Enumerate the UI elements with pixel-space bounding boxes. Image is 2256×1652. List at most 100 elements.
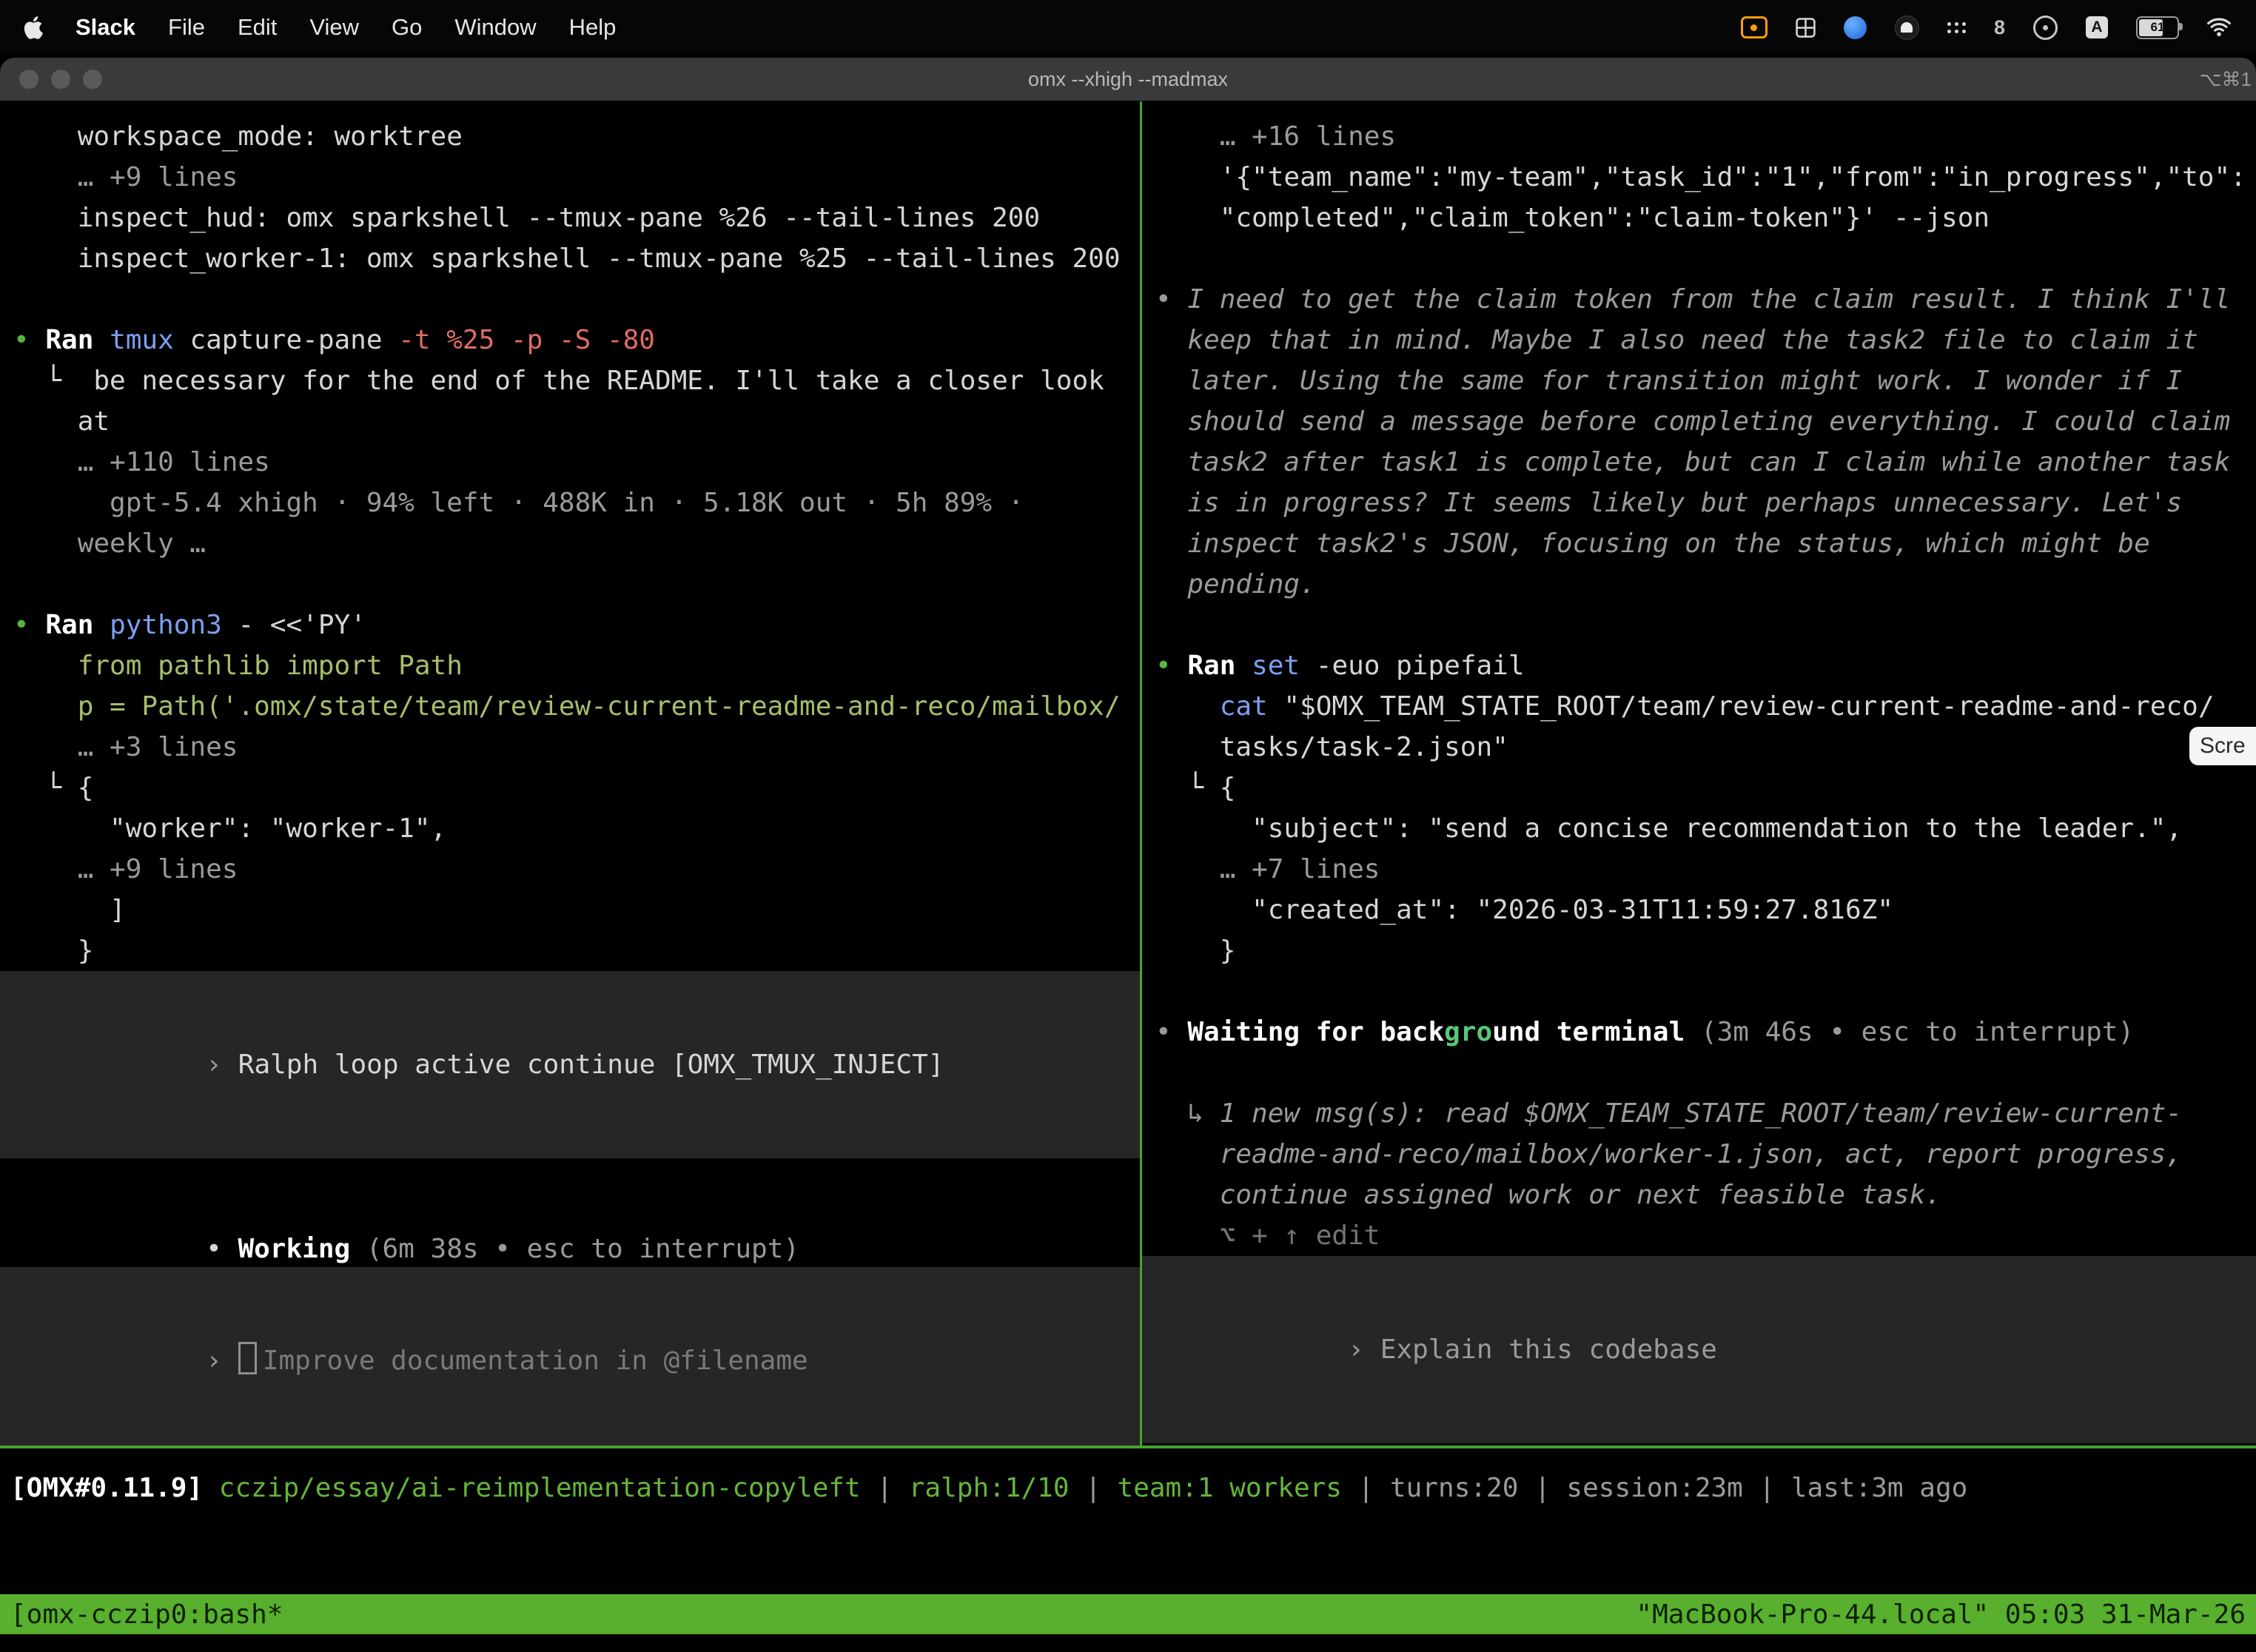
- right-scrollback: … +16 lines '{"team_name":"my-team","tas…: [1142, 101, 2256, 1256]
- right-pane-footer: ›Explain this codebase gpt-5.4 xhigh · 9…: [1142, 1256, 2256, 1446]
- terminal-line: readme-and-reco/mailbox/worker-1.json, a…: [1155, 1134, 2256, 1175]
- close-button[interactable]: [19, 70, 38, 89]
- working-bullet: •: [206, 1234, 238, 1264]
- tmux-pane-left[interactable]: workspace_mode: worktree … +9 lines insp…: [0, 101, 1140, 1446]
- menu-go[interactable]: Go: [392, 14, 422, 41]
- terminal-line: keep that in mind. Maybe I also need the…: [1155, 320, 2256, 360]
- text-segment: … +3 lines: [13, 732, 238, 762]
- terminal-line: cat "$OMX_TEAM_STATE_ROOT/team/review-cu…: [1155, 686, 2256, 727]
- terminal-line: }: [1155, 930, 2256, 971]
- menu-view[interactable]: View: [309, 14, 359, 41]
- terminal-line: from pathlib import Path: [13, 645, 1140, 686]
- left-pane-footer: ›Ralph loop active continue [OMX_TMUX_IN…: [0, 971, 1140, 1446]
- terminal-line: • Ran python3 - <<'PY': [13, 605, 1140, 645]
- screen-recording-indicator-icon[interactable]: [1741, 16, 1767, 38]
- terminal-line: ]: [13, 890, 1140, 930]
- text-segment: ]: [13, 895, 126, 925]
- composer-input-right[interactable]: ›Explain this codebase: [1142, 1256, 2256, 1443]
- tmux-pane-right[interactable]: … +16 lines '{"team_name":"my-team","tas…: [1142, 101, 2256, 1446]
- text-segment: Ran: [45, 325, 110, 355]
- text-segment: … +9 lines: [13, 162, 238, 192]
- prompt-chevron: ›: [1348, 1334, 1364, 1365]
- text-segment: p = Path('.omx/state/team/review-current…: [13, 691, 1121, 722]
- terminal-line: [1155, 605, 2256, 645]
- composer-placeholder: Improve documentation in @filename: [263, 1346, 808, 1376]
- text-segment: inspect_hud: omx sparkshell --tmux-pane …: [13, 203, 1040, 233]
- text-segment: gro: [1444, 1017, 1492, 1047]
- tmux-session-label: [omx-cczip0:bash*: [10, 1599, 283, 1630]
- terminal-line: … +110 lines: [13, 442, 1140, 483]
- working-status-line: • Working (6m 38s • esc to interrupt): [0, 1188, 1140, 1229]
- text-segment: -t %25 -p -S -80: [398, 325, 655, 355]
- ring-status-icon[interactable]: [2033, 16, 2058, 40]
- menu-help[interactable]: Help: [569, 14, 617, 41]
- screenshot-preview-overlay[interactable]: Scre: [2189, 727, 2256, 765]
- terminal-line: └ be necessary for the end of the README…: [13, 360, 1140, 401]
- ralph-loop-banner[interactable]: ›Ralph loop active continue [OMX_TMUX_IN…: [0, 971, 1140, 1158]
- text-segment: |: [861, 1473, 909, 1503]
- text-segment: tasks/task-2.json": [1155, 732, 1508, 762]
- text-cursor: [238, 1342, 257, 1374]
- text-segment: •: [1155, 1017, 1187, 1047]
- zoom-button[interactable]: [83, 70, 102, 89]
- terminal-line: └ {: [13, 768, 1140, 808]
- terminal-line: • Waiting for background terminal (3m 46…: [1155, 1012, 2256, 1052]
- text-segment: I need to get the claim token from the c…: [1187, 284, 2230, 315]
- grid-icon[interactable]: [1796, 18, 1816, 38]
- working-label: Working: [238, 1234, 350, 1264]
- text-segment: |: [1743, 1473, 1791, 1503]
- apple-menu-icon[interactable]: [24, 16, 43, 39]
- text-segment: und terminal: [1492, 1017, 1701, 1047]
- ghostty-icon[interactable]: [1895, 16, 1919, 40]
- ralph-loop-text: Ralph loop active continue [OMX_TMUX_INJ…: [238, 1050, 944, 1080]
- text-segment: pending.: [1155, 569, 1316, 600]
- text-segment: … +7 lines: [1155, 854, 1380, 884]
- text-segment: "worker": "worker-1",: [13, 813, 446, 844]
- window-title-bar[interactable]: omx --xhigh --madmax ⌥⌘1: [0, 58, 2256, 101]
- text-segment: (3m 46s • esc to interrupt): [1701, 1017, 2134, 1047]
- input-source-icon[interactable]: A: [2086, 16, 2108, 38]
- text-segment: ⌥ + ↑ edit: [1155, 1220, 1380, 1251]
- text-segment: Ran: [45, 610, 110, 640]
- battery-icon[interactable]: 61: [2136, 16, 2179, 39]
- wifi-icon[interactable]: [2207, 18, 2231, 37]
- terminal-line: [13, 279, 1140, 320]
- text-segment: Ran: [1187, 651, 1252, 681]
- menu-edit[interactable]: Edit: [238, 14, 277, 41]
- text-segment: [OMX#0.11.9]: [10, 1473, 219, 1503]
- terminal-line: is in progress? It seems likely but perh…: [1155, 483, 2256, 523]
- terminal-line: inspect task2's JSON, focusing on the st…: [1155, 523, 2256, 564]
- terminal-line: continue assigned work or next feasible …: [1155, 1175, 2256, 1215]
- text-segment: tmux: [110, 325, 174, 355]
- text-segment: continue assigned work or next feasible …: [1155, 1180, 1941, 1210]
- dots-grid-icon[interactable]: [1947, 22, 1966, 33]
- text-segment: last:3m ago: [1791, 1473, 1967, 1503]
- text-segment: weekly …: [13, 528, 206, 559]
- text-segment: set: [1252, 651, 1300, 681]
- text-segment: workspace_mode: worktree: [13, 121, 463, 152]
- text-segment: from pathlib import Path: [13, 651, 463, 681]
- active-app-name[interactable]: Slack: [75, 14, 135, 41]
- screen: Slack File Edit View Go Window Help 8 A …: [0, 0, 2256, 1652]
- text-segment: later. Using the same for transition mig…: [1155, 366, 2182, 396]
- terminal-line: "worker": "worker-1",: [13, 808, 1140, 849]
- text-segment: cczip/essay/ai-reimplementation-copyleft: [219, 1473, 861, 1503]
- blue-app-icon[interactable]: [1844, 16, 1867, 39]
- terminal-line: '{"team_name":"my-team","task_id":"1","f…: [1155, 157, 2256, 198]
- minimize-button[interactable]: [51, 70, 70, 89]
- terminal-line: ⌥ + ↑ edit: [1155, 1215, 2256, 1256]
- tmux-host-clock: "MacBook-Pro-44.local" 05:03 31-Mar-26: [1636, 1599, 2246, 1630]
- terminal-line: └ {: [1155, 768, 2256, 808]
- battery-percent: 61: [2151, 20, 2165, 35]
- menu-window[interactable]: Window: [454, 14, 536, 41]
- text-segment: python3: [110, 610, 222, 640]
- menu-bar-left: Slack File Edit View Go Window Help: [0, 14, 616, 41]
- window-shortcut-hint: ⌥⌘1: [2200, 68, 2252, 91]
- text-segment: task2 after task1 is complete, but can I…: [1155, 447, 2230, 477]
- terminal-window: omx --xhigh --madmax ⌥⌘1 workspace_mode:…: [0, 58, 2256, 1652]
- text-segment: |: [1070, 1473, 1118, 1503]
- left-scrollback: workspace_mode: worktree … +9 lines insp…: [0, 101, 1140, 971]
- terminal-line: "completed","claim_token":"claim-token"}…: [1155, 198, 2256, 238]
- menu-file[interactable]: File: [168, 14, 205, 41]
- gray-app-icon[interactable]: 8: [1994, 16, 2005, 39]
